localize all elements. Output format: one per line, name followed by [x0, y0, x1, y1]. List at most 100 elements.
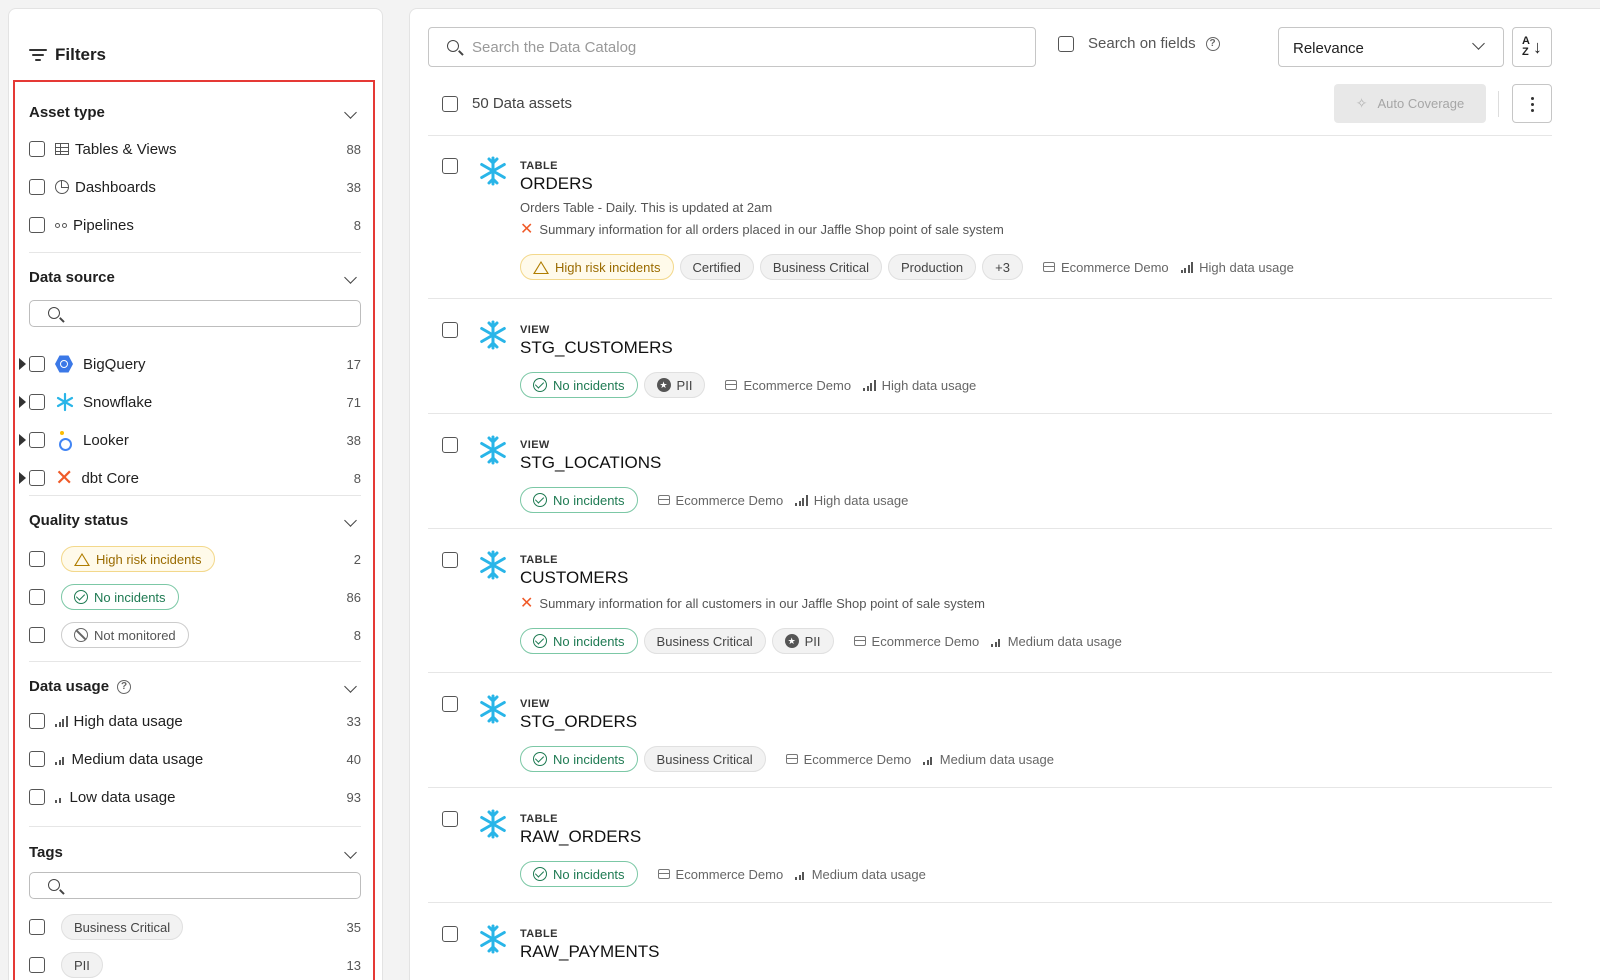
asset-checkbox[interactable]: [442, 696, 458, 712]
asset-name[interactable]: RAW_PAYMENTS: [520, 942, 659, 962]
asset-checkbox[interactable]: [442, 437, 458, 453]
checkbox[interactable]: [29, 356, 45, 372]
asset-name[interactable]: CUSTOMERS: [520, 568, 628, 588]
expand-icon[interactable]: [19, 358, 26, 370]
pipeline-icon: [55, 222, 67, 228]
asset-type: VIEW: [520, 439, 550, 451]
status-badge: No incidents: [520, 487, 638, 513]
filter-icon: [29, 48, 47, 62]
select-all-checkbox[interactable]: [442, 95, 458, 112]
filter-not-monitored[interactable]: Not monitored 8: [29, 622, 361, 648]
asset-name[interactable]: STG_LOCATIONS: [520, 453, 661, 473]
data-source-search-input[interactable]: [29, 300, 361, 327]
sort-select[interactable]: Relevance: [1278, 27, 1504, 67]
filter-dbt-core[interactable]: ✕ dbt Core 8: [19, 467, 361, 489]
checkbox[interactable]: [29, 217, 45, 233]
asset-checkbox[interactable]: [442, 926, 458, 942]
catalog-search-input[interactable]: Search the Data Catalog: [428, 27, 1036, 67]
asset-row[interactable]: TABLE ORDERS Orders Table - Daily. This is…: [428, 136, 1552, 299]
asset-row[interactable]: TABLE CUSTOMERS ✕ Summary information for a…: [428, 530, 1552, 673]
looker-icon: [55, 431, 73, 451]
filter-snowflake[interactable]: Snowflake 71: [19, 391, 361, 413]
asset-row[interactable]: VIEW STG_LOCATIONS No incidents Ecommerce D…: [428, 415, 1552, 529]
checkbox[interactable]: [29, 470, 45, 486]
domain-label: Ecommerce Demo: [1061, 259, 1169, 275]
asset-name[interactable]: RAW_ORDERS: [520, 827, 641, 847]
filter-no-incidents[interactable]: No incidents 86: [29, 584, 361, 610]
asset-row[interactable]: TABLE RAW_PAYMENTS: [428, 904, 1552, 980]
checkbox[interactable]: [29, 957, 45, 973]
help-icon[interactable]: ?: [1205, 36, 1220, 51]
chevron-down-icon[interactable]: [344, 514, 357, 527]
checkbox[interactable]: [29, 627, 45, 643]
asset-domain: Ecommerce Demo: [725, 378, 851, 393]
checkbox[interactable]: [29, 919, 45, 935]
checkbox[interactable]: [29, 713, 45, 729]
checkbox[interactable]: [29, 394, 45, 410]
dbt-icon: ✕: [520, 594, 534, 612]
usage-bars-icon: [863, 379, 876, 391]
badge-label: No incidents: [553, 492, 625, 508]
asset-name[interactable]: STG_ORDERS: [520, 712, 637, 732]
expand-icon[interactable]: [19, 434, 26, 446]
checkbox[interactable]: [29, 751, 45, 767]
tags-title: Tags: [29, 844, 63, 861]
select-all-row: 50 Data assets: [442, 95, 572, 112]
filter-looker[interactable]: Looker 38: [19, 429, 361, 451]
asset-row[interactable]: VIEW STG_ORDERS No incidents Business Criti…: [428, 674, 1552, 788]
auto-coverage-button[interactable]: ✧ Auto Coverage: [1334, 84, 1486, 123]
chevron-down-icon[interactable]: [344, 846, 357, 859]
quality-status-section: Quality status High risk incidents 2 No …: [29, 512, 361, 652]
help-icon[interactable]: ?: [117, 679, 132, 694]
tag-badge: Business Critical: [643, 746, 766, 772]
filter-dashboards[interactable]: Dashboards 38: [29, 176, 361, 198]
usage-bars-icon: [795, 869, 806, 880]
badge-label: No incidents: [553, 866, 625, 882]
chevron-down-icon[interactable]: [344, 271, 357, 284]
asset-name[interactable]: ORDERS: [520, 174, 593, 194]
chevron-down-icon[interactable]: [344, 106, 357, 119]
checkbox[interactable]: [29, 789, 45, 805]
checkbox[interactable]: [29, 179, 45, 195]
data-source-section: Data source BigQuery 17 Snowflake 71 Loo…: [19, 269, 361, 489]
search-on-fields-toggle[interactable]: Search on fields ?: [1058, 35, 1220, 52]
asset-row[interactable]: TABLE RAW_ORDERS No incidents Ecommerce Dem…: [428, 789, 1552, 903]
search-icon: [447, 40, 459, 52]
filter-bigquery[interactable]: BigQuery 17: [19, 353, 361, 375]
filter-tables-views[interactable]: Tables & Views 88: [29, 138, 361, 160]
checkbox[interactable]: [1058, 35, 1074, 52]
asset-checkbox[interactable]: [442, 552, 458, 568]
asset-name[interactable]: STG_CUSTOMERS: [520, 338, 673, 358]
catalog-main: Search the Data Catalog Search on fields…: [409, 8, 1600, 980]
asset-checkbox[interactable]: [442, 322, 458, 338]
asset-usage: Medium data usage: [991, 634, 1122, 649]
expand-icon[interactable]: [19, 472, 26, 484]
filter-count: 93: [346, 789, 361, 805]
checkbox[interactable]: [29, 589, 45, 605]
asset-checkbox[interactable]: [442, 811, 458, 827]
more-options-button[interactable]: [1512, 84, 1552, 123]
filter-label: Looker: [83, 431, 129, 449]
sort-direction-button[interactable]: AZ ↓: [1512, 27, 1552, 67]
checkbox[interactable]: [29, 551, 45, 567]
chevron-down-icon[interactable]: [344, 680, 357, 693]
domain-icon: [657, 495, 670, 505]
filter-high-risk[interactable]: High risk incidents 2: [29, 546, 361, 572]
asset-type-title: Asset type: [29, 104, 105, 121]
filter-pipelines[interactable]: Pipelines 8: [29, 214, 361, 236]
check-circle-icon: [533, 378, 547, 392]
asset-row[interactable]: VIEW STG_CUSTOMERS No incidents ★ PII Ecommer…: [428, 300, 1552, 414]
expand-icon[interactable]: [19, 396, 26, 408]
asset-checkbox[interactable]: [442, 158, 458, 174]
tags-search-input[interactable]: [29, 872, 361, 899]
filter-high-usage[interactable]: High data usage 33: [29, 710, 361, 732]
dashboard-icon: [55, 180, 69, 194]
filter-tag-business-critical[interactable]: Business Critical 35: [29, 914, 361, 940]
checkbox[interactable]: [29, 141, 45, 157]
filter-tag-pii[interactable]: PII 13: [29, 952, 361, 978]
filter-low-usage[interactable]: Low data usage 93: [29, 786, 361, 808]
filter-medium-usage[interactable]: Medium data usage 40: [29, 748, 361, 770]
usage-bars-icon: [1180, 261, 1194, 273]
checkbox[interactable]: [29, 432, 45, 448]
check-circle-icon: [533, 634, 547, 648]
